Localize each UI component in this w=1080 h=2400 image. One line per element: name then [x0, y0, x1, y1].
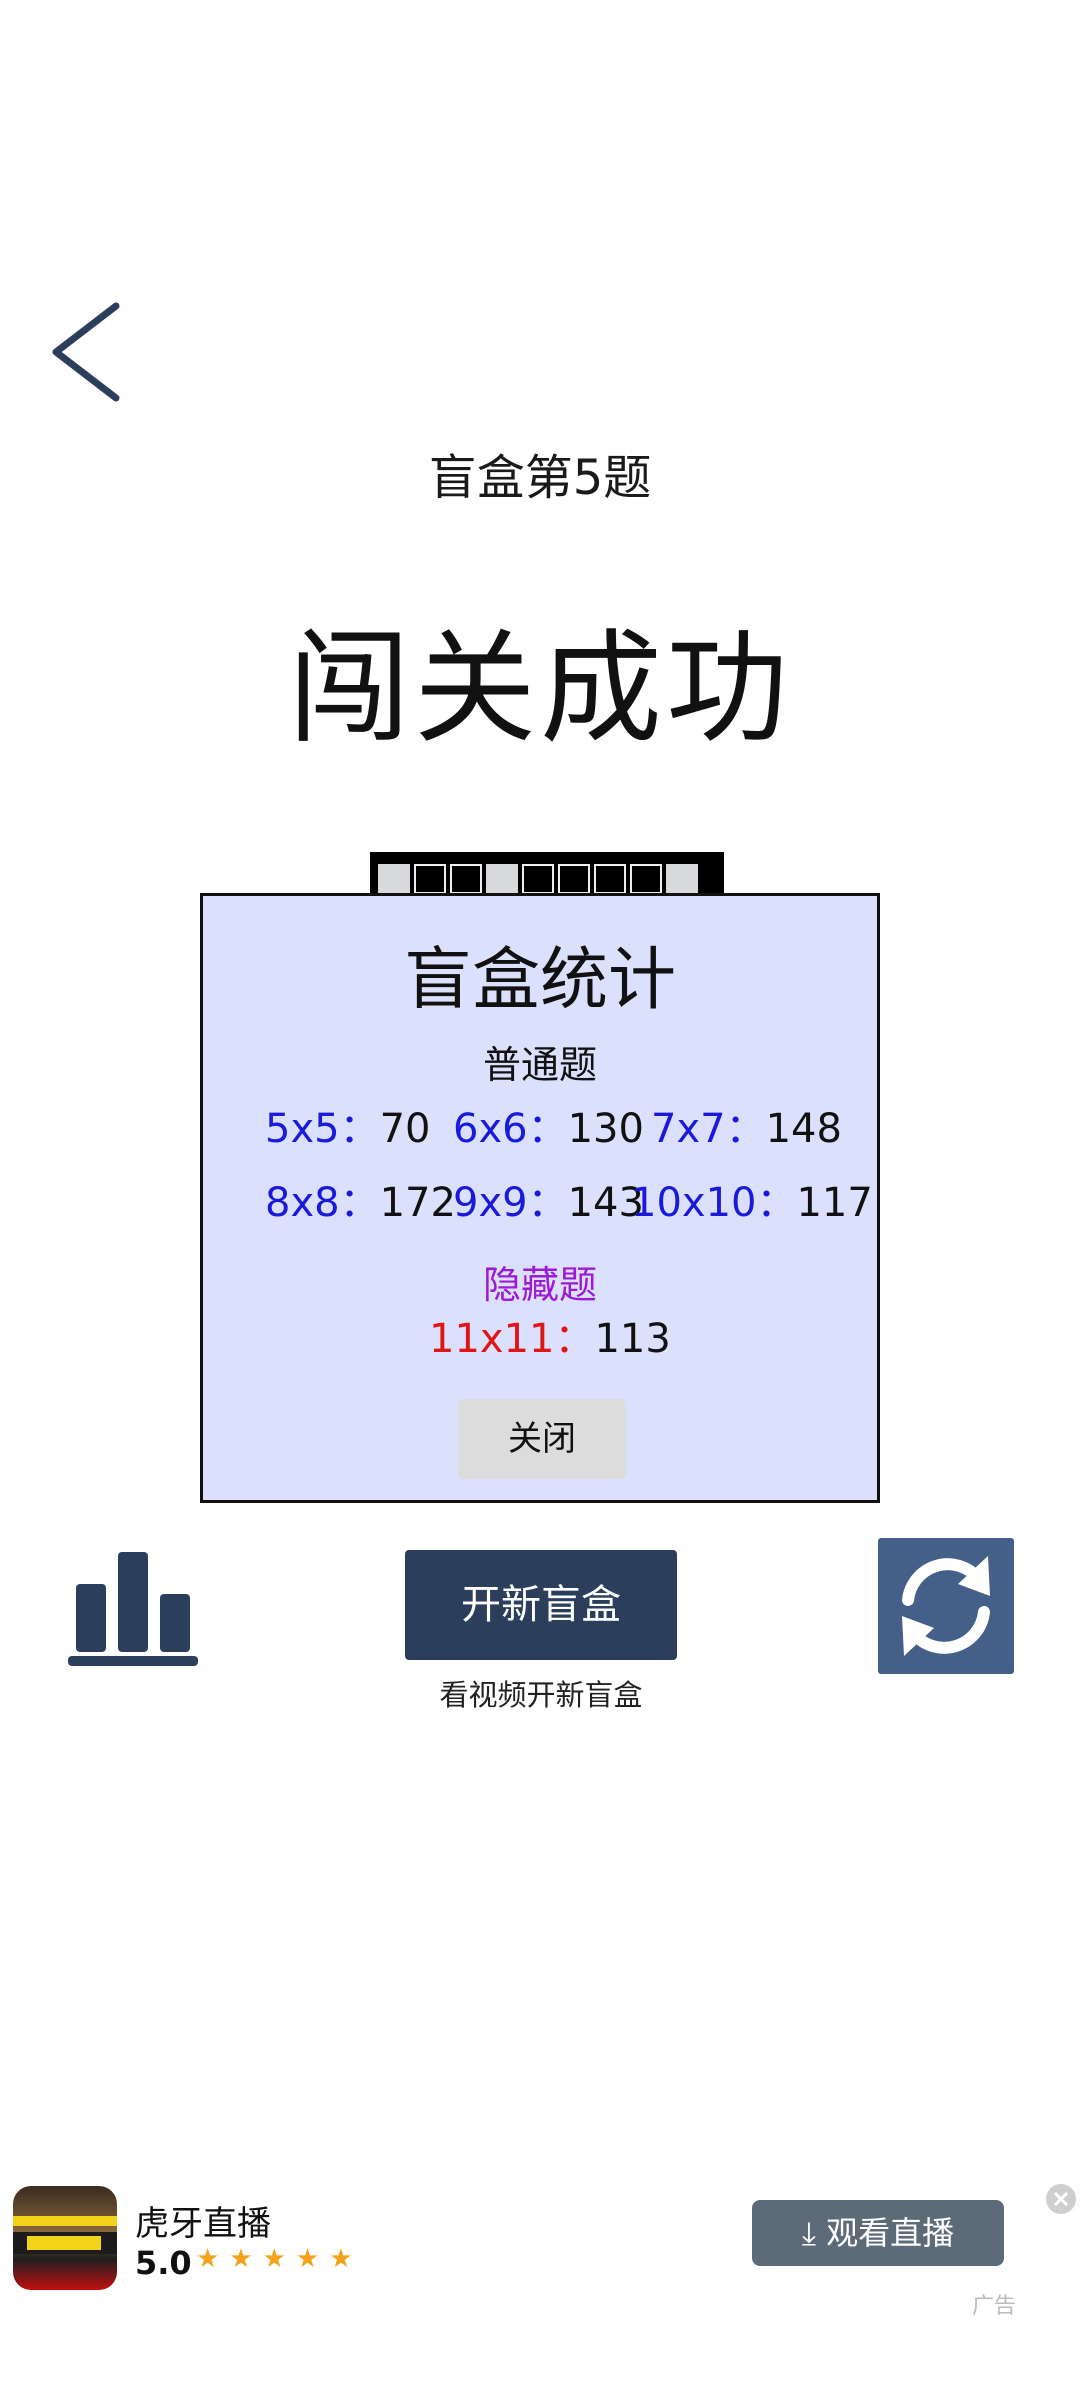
ad-close-button[interactable]	[1046, 2184, 1076, 2214]
stat-10x10: 10x10：117	[631, 1170, 873, 1228]
board-cell	[450, 864, 482, 894]
ad-rating: 5.0	[135, 2244, 192, 2282]
rating-stars-icon: ★★★★★	[196, 2244, 363, 2274]
board-cell	[378, 864, 410, 894]
ad-cta-label: 观看直播	[826, 2214, 955, 2252]
stat-8x8: 8x8：172	[265, 1170, 456, 1228]
stat-key: 9x9：	[453, 1180, 568, 1226]
refresh-button[interactable]	[878, 1538, 1014, 1674]
ad-cta-button[interactable]: ⤓ 观看直播	[752, 2200, 1004, 2266]
stat-11x11: 11x11：113	[429, 1306, 671, 1364]
stats-button[interactable]	[66, 1548, 202, 1668]
stat-6x6: 6x6：130	[453, 1096, 644, 1154]
stats-dialog: 盲盒统计 普通题 5x5：70 6x6：130 7x7：148 8x8：172 …	[200, 893, 880, 1503]
board-cell	[486, 864, 518, 894]
stat-value: 113	[594, 1316, 671, 1362]
close-button[interactable]: 关闭	[458, 1399, 626, 1479]
stat-key: 6x6：	[453, 1106, 568, 1152]
stat-key: 10x10：	[631, 1180, 797, 1226]
board-cell	[630, 864, 662, 894]
board-cell	[666, 864, 698, 894]
board-cell	[414, 864, 446, 894]
back-button[interactable]	[44, 300, 134, 404]
stat-value: 117	[796, 1180, 873, 1226]
stat-key: 7x7：	[651, 1106, 766, 1152]
dialog-title: 盲盒统计	[403, 941, 676, 1020]
close-icon	[1053, 2191, 1069, 2207]
normal-section-label: 普通题	[482, 1043, 597, 1087]
stat-value: 148	[765, 1106, 842, 1152]
chevron-left-icon	[52, 302, 120, 402]
stat-7x7: 7x7：148	[651, 1096, 842, 1154]
result-title: 闯关成功	[288, 618, 792, 760]
stat-key: 8x8：	[265, 1180, 380, 1226]
stat-key: 11x11：	[429, 1316, 595, 1362]
board-cell	[594, 864, 626, 894]
bar-chart-icon	[68, 1552, 198, 1666]
refresh-icon	[902, 1556, 990, 1656]
puzzle-board	[370, 852, 724, 898]
download-icon: ⤓	[801, 2214, 816, 2252]
hidden-section-label: 隐藏题	[482, 1263, 597, 1307]
stat-9x9: 9x9：143	[453, 1170, 644, 1228]
stat-value: 130	[567, 1106, 644, 1152]
stat-5x5: 5x5：70	[265, 1096, 430, 1154]
ad-app-name: 虎牙直播	[135, 2204, 271, 2244]
ad-banner[interactable]: 虎牙直播 5.0 ★★★★★ ⤓ 观看直播 广告	[0, 2166, 1080, 2319]
ad-app-logo	[13, 2186, 117, 2290]
stat-key: 5x5：	[265, 1106, 380, 1152]
open-new-box-button[interactable]: 开新盲盒	[405, 1550, 677, 1660]
stat-value: 70	[379, 1106, 431, 1152]
board-cell	[558, 864, 590, 894]
level-title: 盲盒第5题	[428, 450, 652, 506]
stat-value: 172	[379, 1180, 456, 1226]
ad-tag: 广告	[972, 2294, 1017, 2319]
open-new-box-hint: 看视频开新盲盒	[439, 1678, 643, 1712]
board-cell	[522, 864, 554, 894]
